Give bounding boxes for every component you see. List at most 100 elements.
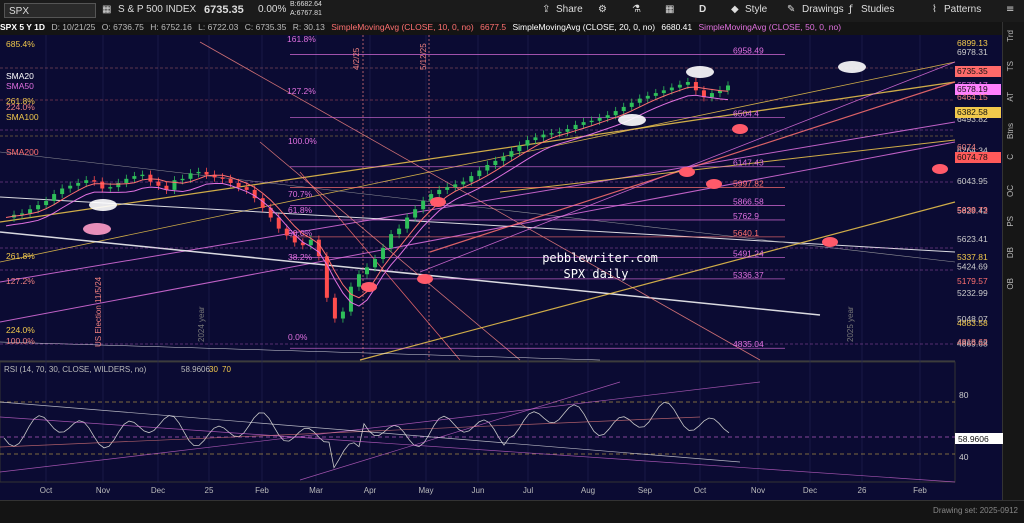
patterns-icon[interactable]: ⌇ (932, 4, 937, 15)
vertical-label: US Election 11/5/24 (94, 276, 103, 347)
candle-body (36, 205, 41, 210)
drawings-icon[interactable]: ✎ (787, 4, 795, 15)
inner-level-label: 5762.9 (733, 211, 759, 221)
style-button[interactable]: Style (745, 4, 767, 15)
menu-icon[interactable]: ≡ (1006, 4, 1014, 15)
candle-body (605, 115, 610, 118)
symbol-input[interactable]: SPX (4, 3, 96, 18)
price-tag-label: 6382.58 (957, 107, 988, 117)
fib-label: 38.2% (288, 252, 313, 262)
inner-level-label: 5997.82 (733, 178, 764, 188)
candle-body (726, 85, 730, 91)
candle-body (405, 217, 410, 229)
fib-label: 70.7% (288, 189, 313, 199)
studies-icon[interactable]: ƒ (849, 4, 853, 15)
rsi-value: 58.9606 (181, 365, 210, 374)
x-tick-label: Nov (96, 486, 110, 495)
y-tick-label: 5232.99 (957, 288, 988, 298)
style-icon[interactable]: ◆ (731, 4, 739, 15)
price-tag: 6464.15 (957, 92, 988, 102)
interval-button[interactable]: D (699, 4, 706, 15)
ask-price: A:6767.81 (290, 10, 322, 17)
sidebar-tab-btns[interactable]: Btns (1006, 123, 1021, 139)
x-tick-label: 25 (205, 486, 214, 495)
candle-body (461, 181, 466, 185)
x-tick-label: Jun (472, 486, 485, 495)
price-chart[interactable]: Oct Nov Dec 25 Feb Mar Apr May Jun Jul Aug Sep Oct No… (0, 22, 1003, 500)
left-label: 261.8% (6, 251, 35, 261)
settings-icon[interactable]: ⚙ (598, 4, 607, 15)
price-panel-bg (0, 35, 955, 360)
inner-level-label: 5491.24 (733, 248, 764, 258)
x-tick-label: Dec (151, 486, 165, 495)
symbol-name: S & P 500 INDEX (118, 4, 197, 15)
candle-body (108, 187, 113, 189)
candle-body (549, 133, 554, 135)
target-marker (89, 199, 117, 211)
target-dot (932, 164, 948, 174)
candle-body (437, 189, 442, 195)
candle-body (52, 194, 57, 201)
fib-label: 61.8% (288, 205, 313, 215)
candle-body (148, 174, 153, 182)
candle-body (188, 173, 193, 179)
fib-label: 127.2% (287, 86, 316, 96)
rsi-tag-label: 58.9606 (958, 434, 989, 444)
candle-body (340, 311, 345, 319)
candle-body (76, 182, 81, 186)
candle-body (669, 87, 674, 91)
watermark-text: pebblewriter.com (542, 251, 658, 265)
candle-body (525, 140, 530, 146)
drawings-button[interactable]: Drawings (802, 4, 844, 15)
target-dot (361, 282, 377, 292)
candle-body (573, 124, 578, 130)
last-price: 6735.35 (204, 4, 244, 16)
candle-body (220, 177, 225, 179)
left-label: 224.0% (6, 102, 35, 112)
sidebar-tab-oc[interactable]: OC (1006, 185, 1021, 197)
left-label: SMA20 (6, 71, 34, 81)
y-tick-label: 6043.95 (957, 176, 988, 186)
candle-body (68, 185, 73, 189)
candle-body (493, 160, 498, 165)
share-button[interactable]: Share (556, 4, 583, 15)
price-tag-label: 5337.81 (957, 252, 988, 262)
price-tag-label: 6735.35 (957, 66, 988, 76)
chart-type-icon[interactable]: ▦ (102, 4, 111, 15)
candle-body (92, 180, 97, 182)
calendar-icon[interactable]: ▦ (665, 4, 674, 15)
price-tag: 6899.13 (957, 38, 988, 48)
price-tag: 4883.58 (957, 318, 988, 328)
candle-body (501, 156, 506, 161)
sidebar-tab-c[interactable]: C (1006, 154, 1021, 160)
candle-body (397, 228, 402, 235)
sidebar-tab-db[interactable]: DB (1006, 247, 1021, 258)
sidebar-tab-trd[interactable]: Trd (1006, 30, 1021, 42)
candle-body (28, 209, 33, 214)
rsi-axis-label: 80 (959, 390, 969, 400)
candle-body (276, 217, 281, 229)
candle-body (421, 200, 426, 210)
target-dot (822, 237, 838, 247)
price-tag: 6074.78 (955, 152, 1001, 163)
bid-price: B:6682.64 (290, 1, 322, 8)
candle-body (589, 120, 594, 123)
sidebar-tab-at[interactable]: AT (1006, 92, 1021, 102)
candle-body (565, 129, 570, 132)
x-tick-label: Dec (803, 486, 817, 495)
candle-body (381, 247, 386, 260)
sidebar-tab-ps[interactable]: PS (1006, 216, 1021, 227)
flask-icon[interactable]: ⚗ (632, 4, 641, 15)
y-tick-label: 5424.69 (957, 262, 988, 272)
chart-title-text: SPX daily (563, 267, 628, 281)
sidebar-tab-ob[interactable]: OB (1006, 278, 1021, 290)
share-icon[interactable]: ⇪ (542, 4, 550, 15)
target-dot (417, 274, 433, 284)
price-tag-label: 6464.15 (957, 92, 988, 102)
patterns-button[interactable]: Patterns (944, 4, 981, 15)
x-tick-label: 26 (858, 486, 867, 495)
candle-body (244, 187, 249, 190)
sidebar-tab-ts[interactable]: TS (1006, 61, 1021, 71)
x-tick-label: Oct (694, 486, 707, 495)
studies-button[interactable]: Studies (861, 4, 894, 15)
